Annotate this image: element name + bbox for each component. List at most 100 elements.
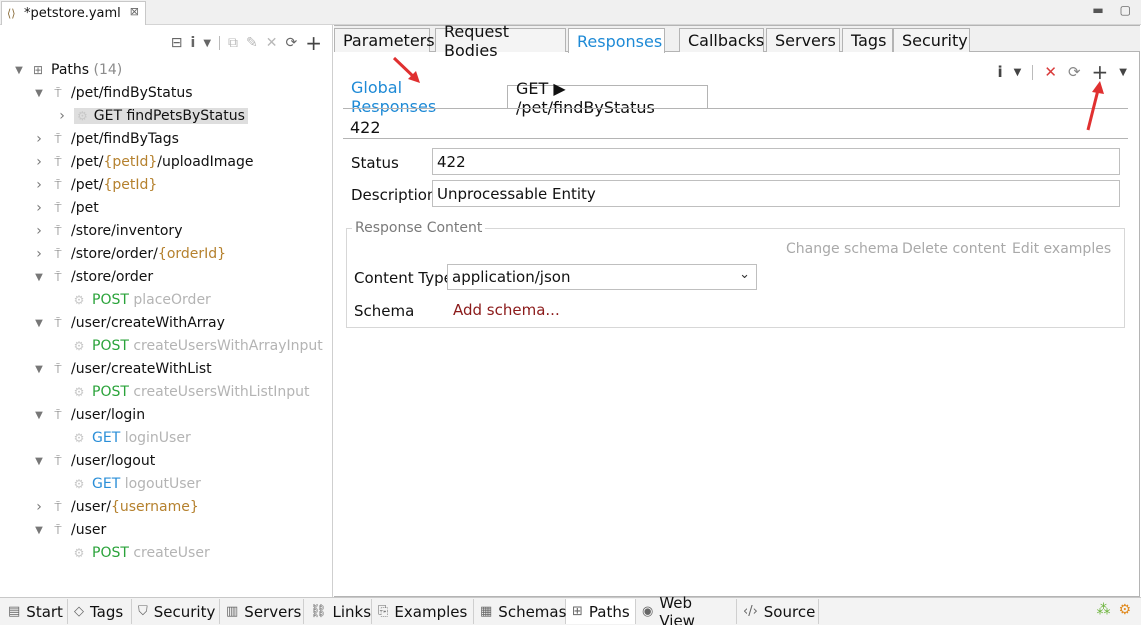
bottom-tab-label: Paths [588,602,630,621]
paths-icon: ⊞ [32,63,44,77]
edit-icon[interactable]: ✎ [246,35,258,51]
tree-path[interactable]: › ⍑ /user/{username} [32,496,199,518]
maximize-icon[interactable]: ▢ [1120,3,1131,17]
bottom-tab-source[interactable]: ‹/› Source [737,599,819,624]
tab-global-responses[interactable]: Global Responses [343,78,493,116]
tab-request-bodies[interactable]: Request Bodies [435,22,566,60]
refresh-icon[interactable]: ⟳ [286,35,298,51]
bottom-tab-web-view[interactable]: ◉ Web View [636,594,737,625]
bottom-tab-start[interactable]: ▤ Start [2,599,68,624]
tree-path[interactable]: ▼ ⍑ /user/createWithList [32,358,212,380]
bottom-tab-links[interactable]: ⛓ Links [304,599,372,624]
add-dropdown-icon[interactable]: ▼ [1119,67,1127,78]
tree-operation[interactable]: ⚙ POST createUsersWithListInput [72,381,310,403]
copy-icon[interactable]: ⧉ [228,35,238,51]
description-field[interactable]: Unprocessable Entity [432,180,1120,207]
tab-tags[interactable]: Tags [842,28,893,52]
bottom-tab-label: Source [763,602,816,621]
tab-callbacks[interactable]: Callbacks [679,28,764,52]
tree-path[interactable]: › ⍑ /store/inventory [32,220,182,242]
bottom-tab-label: Web View [659,593,695,625]
tree-path[interactable]: ▼ ⍑ /pet/findByStatus [32,82,192,104]
chevron-down-icon[interactable]: ▼ [32,410,46,421]
chevron-down-icon[interactable]: ▼ [32,364,46,375]
bottom-tab-security[interactable]: ⛉ Security [132,599,220,624]
tab-operation-responses[interactable]: GET ▶ /pet/findByStatus [507,79,708,117]
add-schema-link[interactable]: Add schema... [453,301,560,319]
tree-path[interactable]: › ⍑ /pet/findByTags [32,128,179,150]
chevron-right-icon[interactable]: › [55,108,69,124]
chevron-down-icon[interactable]: ▼ [32,318,46,329]
tree-path[interactable]: › ⍑ /pet/{petId} [32,174,157,196]
tree-operation[interactable]: ⚙ POST createUsersWithArrayInput [72,335,323,357]
path-segment: /user/login [71,407,146,423]
bottom-tab-examples[interactable]: ⎘ Examples [372,599,474,624]
operation-method: POST [92,338,129,354]
grid-icon[interactable]: ⁂ [1096,602,1110,618]
paths-icon: ⊞ [572,604,583,619]
tree-operation[interactable]: › ⚙ GET findPetsByStatus [55,105,248,127]
operation-gear-icon: ⚙ [73,293,85,307]
dropdown-icon[interactable]: ▼ [203,38,211,49]
content-type-select[interactable]: application/json ⌄ [447,264,757,290]
chevron-right-icon[interactable]: › [32,200,46,216]
tree-path[interactable]: › ⍑ /pet [32,197,99,219]
chevron-right-icon[interactable]: › [32,223,46,239]
tree-path[interactable]: › ⍑ /store/order/{orderId} [32,243,226,265]
bottom-tab-tags[interactable]: ◇ Tags [68,599,132,624]
chevron-down-icon[interactable]: ▼ [32,88,46,99]
chevron-right-icon[interactable]: › [32,177,46,193]
chevron-down-icon[interactable]: ▼ [32,525,46,536]
dropdown-icon[interactable]: ▼ [1014,67,1022,78]
tab-security[interactable]: Security [893,28,970,52]
tree-operation[interactable]: ⚙ GET loginUser [72,427,191,449]
tree-path[interactable]: ▼ ⍑ /user [32,519,106,541]
operation-method: POST [92,384,129,400]
tree-toolbar: ⊟ ⅰ ▼ ⧉ ✎ ✕ ⟳ + [171,33,322,53]
tree-operation[interactable]: ⚙ GET logoutUser [72,473,201,495]
minimize-icon[interactable]: ▬ [1092,3,1103,17]
refresh-icon[interactable]: ⟳ [1068,63,1081,81]
bottom-tab-schemas[interactable]: ▦ Schemas [474,599,566,624]
delete-content-link[interactable]: Delete content [902,241,1006,257]
chevron-right-icon[interactable]: › [32,246,46,262]
chevron-down-icon[interactable]: ▼ [32,272,46,283]
tree-path[interactable]: ▼ ⍑ /user/createWithArray [32,312,225,334]
tree-path[interactable]: ▼ ⍑ /user/logout [32,450,155,472]
chevron-right-icon[interactable]: › [32,499,46,515]
tree-path[interactable]: ▼ ⍑ /user/login [32,404,145,426]
server-icon: ▥ [226,604,239,619]
edit-examples-link[interactable]: Edit examples [1012,241,1111,257]
response-code-tab[interactable]: 422 [343,115,403,139]
bottom-tab-servers[interactable]: ▥ Servers [220,599,304,624]
path-icon: ⍑ [54,361,62,376]
chevron-down-icon[interactable]: ▼ [12,65,26,76]
tree-operation[interactable]: ⚙ POST createUser [72,542,210,564]
chevron-right-icon[interactable]: › [32,154,46,170]
add-icon[interactable]: + [1092,60,1109,84]
tree-operation[interactable]: ⚙ POST placeOrder [72,289,211,311]
tab-responses[interactable]: Responses [568,28,665,53]
settings-icon[interactable]: ⚙ [1118,602,1131,618]
close-tab-icon[interactable]: ⊠ [130,5,139,18]
tree-root-paths[interactable]: ▼ ⊞ Paths (14) [12,59,122,81]
chevron-down-icon[interactable]: ▼ [32,456,46,467]
status-field[interactable]: 422 [432,148,1120,175]
add-icon[interactable]: + [305,33,322,53]
operation-method: GET [93,108,123,124]
tab-servers[interactable]: Servers [766,28,840,52]
delete-icon[interactable]: ✕ [1044,63,1057,81]
info-icon[interactable]: ⅰ [191,35,196,51]
bottom-tab-paths[interactable]: ⊞ Paths [566,599,636,624]
chevron-right-icon[interactable]: › [32,131,46,147]
tab-parameters[interactable]: Parameters [334,28,435,52]
chevron-down-icon[interactable]: ⌄ [739,267,750,282]
tree-path[interactable]: › ⍑ /pet/{petId}/uploadImage [32,151,253,173]
collapse-all-icon[interactable]: ⊟ [171,35,183,51]
change-schema-link[interactable]: Change schema [786,241,899,257]
delete-icon[interactable]: ✕ [266,35,278,51]
tree-path[interactable]: ▼ ⍑ /store/order [32,266,153,288]
editor-tab-petstore[interactable]: ⟨⟩ *petstore.yaml ⊠ [1,1,146,25]
info-icon[interactable]: ⅰ [998,63,1003,81]
bottom-tab-label: Schemas [498,602,567,621]
